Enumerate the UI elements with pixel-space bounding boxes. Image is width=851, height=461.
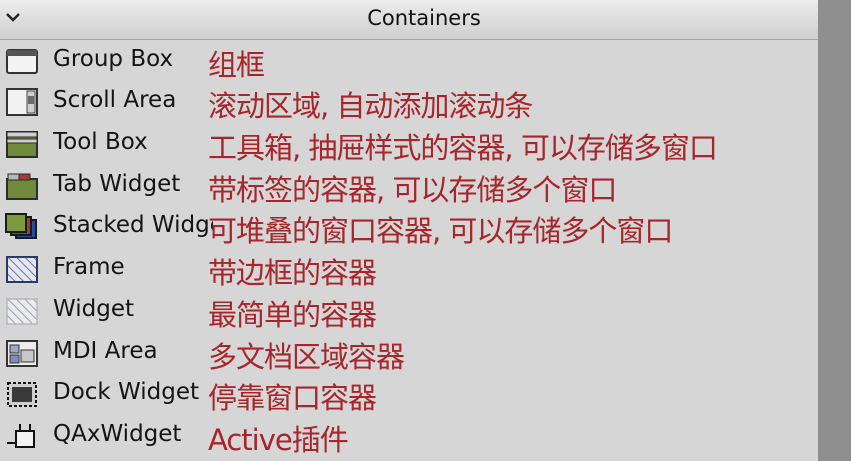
widget-item-tool-box[interactable]: Tool Box 工具箱, 抽屉样式的容器, 可以存储多窗口 (0, 124, 818, 165)
widget-item-note: 多文档区域容器 (208, 340, 405, 374)
widget-item-group-box[interactable]: Group Box 组框 (0, 41, 818, 82)
mdi-area-icon (4, 338, 40, 368)
widget-item-frame[interactable]: Frame 带边框的容器 (0, 249, 818, 290)
widget-item-widget[interactable]: Widget 最简单的容器 (0, 291, 818, 332)
tab-widget-icon (4, 171, 40, 201)
widget-item-note: 带标签的容器, 可以存储多个窗口 (208, 173, 617, 207)
widget-item-note: 最简单的容器 (208, 298, 377, 332)
widget-item-label: QAxWidget (53, 421, 182, 447)
frame-icon (4, 254, 40, 284)
widget-item-label: Dock Widget (53, 379, 200, 405)
vertical-scrollbar[interactable] (818, 0, 851, 461)
widget-item-mdi-area[interactable]: MDI Area 多文档区域容器 (0, 333, 818, 374)
group-box-icon (4, 46, 40, 76)
widget-item-label: MDI Area (53, 338, 158, 364)
widget-box-panel: Containers Group Box 组框 Scroll Area 滚动区域… (0, 0, 818, 461)
widget-item-note: Active插件 (208, 423, 349, 457)
widget-item-note: 滚动区域, 自动添加滚动条 (208, 89, 533, 123)
widget-item-dock-widget[interactable]: Dock Widget 停靠窗口容器 (0, 374, 818, 415)
widget-item-stacked-widget[interactable]: Stacked Widget 可堆叠的窗口容器, 可以存储多个窗口 (0, 207, 818, 248)
widget-item-label: Scroll Area (53, 87, 177, 113)
widget-item-note: 带边框的容器 (208, 256, 377, 290)
widget-item-note: 停靠窗口容器 (208, 381, 377, 415)
widget-item-tab-widget[interactable]: Tab Widget 带标签的容器, 可以存储多个窗口 (0, 166, 818, 207)
category-title: Containers (367, 6, 481, 30)
widget-item-qaxwidget[interactable]: QAxWidget Active插件 (0, 416, 818, 457)
stacked-widget-icon (4, 212, 40, 242)
widget-item-label: Frame (53, 254, 125, 280)
widget-item-scroll-area[interactable]: Scroll Area 滚动区域, 自动添加滚动条 (0, 82, 818, 123)
dock-widget-icon (4, 379, 40, 409)
widget-item-label: Group Box (53, 46, 174, 72)
widget-item-note: 组框 (208, 48, 265, 82)
qaxwidget-icon (4, 421, 40, 451)
category-header-containers[interactable]: Containers (0, 0, 818, 40)
tool-box-icon (4, 129, 40, 159)
widget-item-label: Stacked Widget (53, 212, 213, 238)
widget-item-label: Tool Box (53, 129, 148, 155)
widget-item-note: 可堆叠的窗口容器, 可以存储多个窗口 (208, 214, 673, 248)
scroll-area-icon (4, 87, 40, 117)
widget-icon (4, 296, 40, 326)
widget-item-label: Tab Widget (53, 171, 181, 197)
widget-item-note: 工具箱, 抽屉样式的容器, 可以存储多窗口 (208, 131, 718, 165)
widget-item-label: Widget (53, 296, 134, 322)
